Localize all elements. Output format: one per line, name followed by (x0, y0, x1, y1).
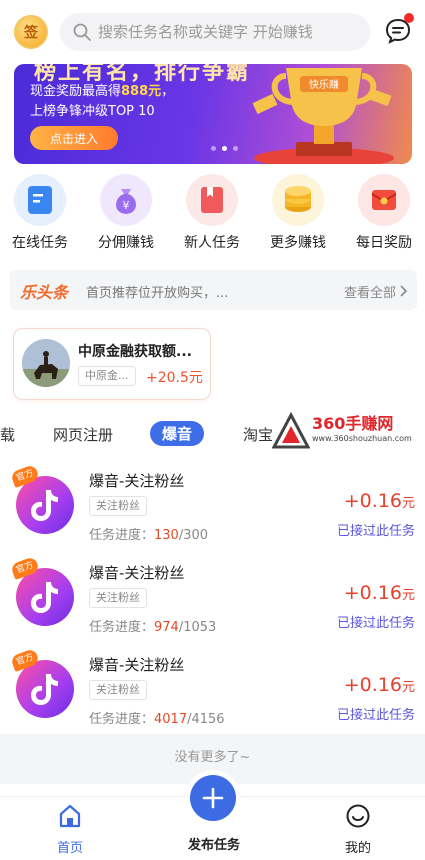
smile-profile-icon (346, 804, 370, 828)
menu-label: 分佣赚钱 (98, 235, 154, 251)
task-reward: +0.16元 (343, 490, 415, 512)
douyin-app-icon (16, 476, 74, 534)
publish-task-button[interactable] (190, 775, 236, 821)
featured-avatar (22, 339, 70, 387)
featured-reward: +20.5元 (146, 370, 203, 386)
watermark-title: 360手赚网 (312, 414, 394, 433)
menu-item-commission[interactable]: ¥ 分佣赚钱 (86, 174, 166, 252)
task-reward: +0.16元 (343, 674, 415, 696)
featured-tag: 中原金... (78, 366, 136, 386)
tab-baoyin[interactable]: 爆音 (150, 421, 205, 446)
money-bag-icon: ¥ (100, 174, 152, 226)
nav-home-label: 首页 (56, 841, 83, 856)
task-progress: 任务进度：4017/4156 (89, 712, 225, 727)
sign-in-label: 签 (24, 25, 38, 41)
red-envelope-icon (358, 174, 410, 226)
task-item[interactable]: 官方 爆音-关注粉丝 关注粉丝 任务进度：974/1053 +0.16元 已接过… (0, 552, 425, 644)
view-all-link[interactable]: 查看全部 (344, 282, 408, 301)
watermark: 360手赚网 www.360shouzhuan.com (272, 408, 422, 452)
watermark-url: www.360shouzhuan.com (312, 434, 412, 443)
menu-label: 更多赚钱 (270, 235, 326, 251)
douyin-app-icon (16, 568, 74, 626)
carousel-dot[interactable] (233, 146, 238, 151)
carousel-dots (211, 146, 238, 151)
newbie-task-icon (186, 174, 238, 226)
sign-in-button[interactable]: 签 (14, 15, 48, 49)
trophy-icon: 快乐赚 (252, 68, 394, 164)
menu-label: 新人任务 (184, 235, 240, 251)
task-title: 爆音-关注粉丝 (89, 564, 185, 582)
task-status: 已接过此任务 (336, 616, 415, 631)
banner-amount: 888元 (121, 84, 162, 99)
menu-item-daily-reward[interactable]: 每日奖励 (344, 174, 424, 252)
search-icon (73, 23, 91, 41)
nav-mine-label: 我的 (344, 841, 371, 856)
online-task-icon (14, 174, 66, 226)
task-title: 爆音-关注粉丝 (89, 472, 185, 490)
top-header: 签 (0, 0, 425, 64)
task-tag: 关注粉丝 (89, 588, 147, 608)
nav-home[interactable]: 首页 (30, 803, 110, 856)
menu-label: 每日奖励 (356, 235, 412, 251)
douyin-app-icon (16, 660, 74, 718)
promo-banner[interactable]: 榜上有名，排行争霸 现金奖励最高得888元， 上榜争锋冲级TOP 10 点击进入… (14, 64, 412, 164)
task-reward: +0.16元 (343, 582, 415, 604)
tab-web-register[interactable]: 网页注册 (53, 424, 113, 445)
svg-text:¥: ¥ (123, 199, 130, 212)
menu-item-more-earn[interactable]: 更多赚钱 (258, 174, 338, 252)
nav-mine[interactable]: 我的 (318, 803, 398, 856)
tab-taobao[interactable]: 淘宝 (243, 424, 273, 445)
unread-dot (404, 13, 414, 23)
quick-menu: 在线任务 ¥ 分佣赚钱 新人任务 更多赚钱 每日奖励 (0, 174, 425, 260)
featured-title: 中原金融获取额... (78, 344, 192, 360)
search-input[interactable] (98, 23, 348, 41)
task-item[interactable]: 官方 爆音-关注粉丝 关注粉丝 任务进度：4017/4156 +0.16元 已接… (0, 644, 425, 736)
task-tag: 关注粉丝 (89, 496, 147, 516)
watermark-logo-icon (272, 412, 310, 449)
task-title: 爆音-关注粉丝 (89, 656, 185, 674)
headline-logo: 乐头条 (20, 283, 69, 302)
plus-icon (202, 787, 224, 809)
coins-icon (272, 174, 324, 226)
banner-line-2: 上榜争锋冲级TOP 10 (30, 104, 155, 119)
banner-line-1: 现金奖励最高得888元， (30, 84, 175, 99)
banner-enter-button[interactable]: 点击进入 (30, 126, 118, 150)
headline-bar[interactable]: 乐头条 首页推荐位开放购买，... 查看全部 (10, 270, 417, 310)
carousel-dot[interactable] (211, 146, 216, 151)
task-progress: 任务进度：130/300 (89, 528, 209, 543)
task-tag: 关注粉丝 (89, 680, 147, 700)
menu-item-online-task[interactable]: 在线任务 (0, 174, 80, 252)
home-icon (59, 804, 81, 828)
menu-label: 在线任务 (12, 235, 68, 251)
task-status: 已接过此任务 (336, 708, 415, 723)
task-item[interactable]: 官方 爆音-关注粉丝 关注粉丝 任务进度：130/300 +0.16元 已接过此… (0, 460, 425, 552)
headline-text: 首页推荐位开放购买，... (86, 286, 229, 301)
trophy-text: 快乐赚 (309, 78, 339, 91)
publish-task-label[interactable]: 发布任务 (180, 834, 248, 853)
tab-download[interactable]: 载 (0, 424, 15, 445)
featured-task-card[interactable]: 中原金融获取额... 中原金... +20.5元 (13, 328, 211, 400)
task-progress: 任务进度：974/1053 (89, 620, 217, 635)
carousel-dot-active[interactable] (222, 146, 227, 151)
task-status: 已接过此任务 (336, 524, 415, 539)
search-bar[interactable] (60, 13, 370, 51)
menu-item-newbie-task[interactable]: 新人任务 (172, 174, 252, 252)
chevron-right-icon (400, 285, 408, 297)
